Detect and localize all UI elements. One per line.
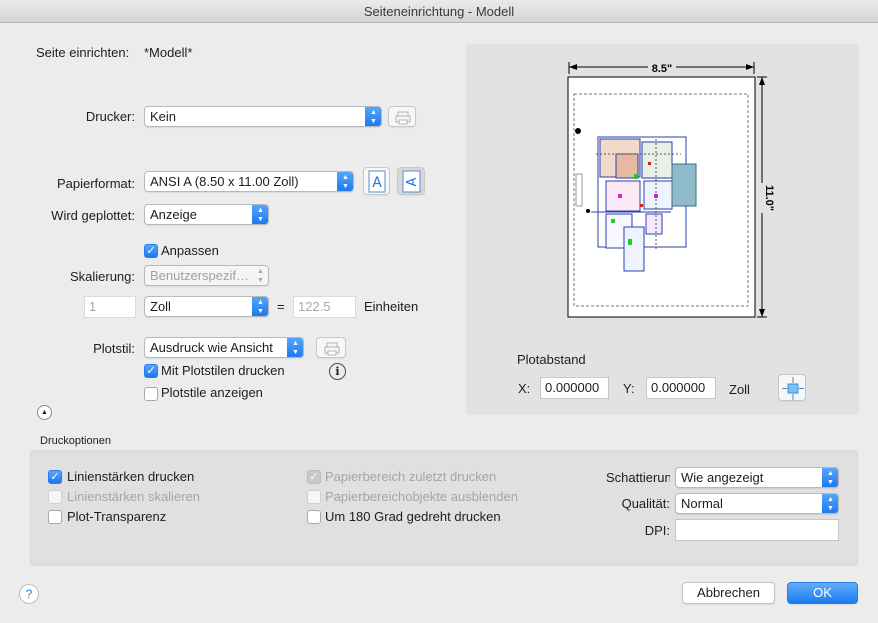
quality-select[interactable]: Normal ▲ ▼ <box>675 493 839 514</box>
info-icon[interactable]: i <box>329 363 346 380</box>
print-options-title: Druckoptionen <box>40 435 111 447</box>
portrait-button[interactable]: A <box>363 167 390 195</box>
hide-paperspace-objects-checkbox[interactable] <box>307 490 321 504</box>
chevron-updown-icon: ▲ ▼ <box>365 107 381 126</box>
cancel-button[interactable]: Abbrechen <box>682 582 775 604</box>
shading-value: Wie angezeigt <box>681 470 764 485</box>
paperspace-last-checkbox[interactable]: ✓ <box>307 470 321 484</box>
offset-unit-label: Zoll <box>729 382 750 397</box>
plot-with-styles-checkbox[interactable]: ✓ <box>144 364 158 378</box>
offset-x-field[interactable]: 0.000000 <box>540 377 609 399</box>
dpi-field[interactable] <box>675 519 839 541</box>
center-plot-icon <box>782 377 804 400</box>
portrait-orientation-icon: A <box>368 170 386 193</box>
chevron-updown-icon: ▲ ▼ <box>252 205 268 224</box>
page-setup-label: Seite einrichten: <box>36 45 130 60</box>
show-plotstyles-label: Plotstile anzeigen <box>161 385 263 400</box>
chevron-updown-icon: ▲ ▼ <box>337 172 353 191</box>
chevron-updown-icon: ▲ ▼ <box>257 268 264 284</box>
plotstyle-edit-button[interactable] <box>316 337 346 358</box>
paper-size-select[interactable]: ANSI A (8.50 x 11.00 Zoll) ▲ ▼ <box>144 171 354 192</box>
scale-preset-select[interactable]: Benutzerspezif… ▲ ▼ <box>144 265 269 286</box>
printer-select-value: Kein <box>150 109 177 124</box>
chevron-updown-icon: ▲ ▼ <box>822 494 838 513</box>
plot-preview: 8.5" 11.0" <box>567 61 775 318</box>
shading-select[interactable]: Wie angezeigt ▲ ▼ <box>675 467 839 488</box>
scale-unit-select[interactable]: Zoll ▲ ▼ <box>144 296 269 317</box>
plotstyle-label: Plotstil: <box>93 341 135 356</box>
plotstyle-edit-icon <box>324 342 340 356</box>
offset-y-label: Y: <box>623 381 635 396</box>
scale-unit-value: Zoll <box>150 299 171 314</box>
scale-label: Skalierung: <box>69 269 135 284</box>
chevron-updown-icon: ▲ ▼ <box>822 468 838 487</box>
printer-properties-button[interactable] <box>388 106 416 127</box>
ok-button[interactable]: OK <box>787 582 858 604</box>
paper-size-value: ANSI A (8.50 x 11.00 Zoll) <box>150 174 299 189</box>
preview-height-label: 11.0" <box>763 185 775 211</box>
equals-sign: = <box>277 299 285 314</box>
chevron-updown-icon: ▲ ▼ <box>252 297 268 316</box>
landscape-orientation-icon: A <box>402 170 421 193</box>
offset-y-field[interactable]: 0.000000 <box>646 377 716 399</box>
window-title: Seiteneinrichtung - Modell <box>0 0 878 23</box>
paperspace-last-label: Papierbereich zuletzt drucken <box>325 469 497 484</box>
hide-paperspace-objects-label: Papierbereichobjekte ausblenden <box>325 489 518 504</box>
printer-label: Drucker: <box>85 109 135 124</box>
plot-area-label: Wird geplottet: <box>51 208 135 223</box>
preview-width-label: 8.5" <box>652 63 673 75</box>
scale-lineweights-label: Linienstärken skalieren <box>67 489 200 504</box>
svg-text:A: A <box>372 175 382 191</box>
print-lineweights-label: Linienstärken drucken <box>67 469 195 484</box>
shading-label: Schattierung <box>606 470 670 485</box>
show-plotstyles-checkbox[interactable] <box>144 387 158 401</box>
collapse-up-icon[interactable]: ▲ <box>37 405 52 420</box>
help-button[interactable]: ? <box>19 584 39 604</box>
plot-transparency-checkbox[interactable] <box>48 510 62 524</box>
rotate-180-label: Um 180 Grad gedreht drucken <box>325 509 501 524</box>
landscape-button[interactable]: A <box>397 167 425 195</box>
quality-label: Qualität: <box>621 496 670 511</box>
units-label: Einheiten <box>364 299 419 314</box>
printer-select[interactable]: Kein ▲ ▼ <box>144 106 382 127</box>
scale-drawing-units-field[interactable]: 122.5 <box>293 296 356 318</box>
dpi-label: DPI: <box>644 523 670 538</box>
offset-x-label: X: <box>518 381 531 396</box>
plot-transparency-label: Plot-Transparenz <box>67 509 167 524</box>
scale-preset-value: Benutzerspezif… <box>150 268 249 283</box>
plot-with-styles-label: Mit Plotstilen drucken <box>161 363 285 378</box>
plot-offset-title: Plotabstand <box>517 352 586 367</box>
quality-value: Normal <box>681 496 723 511</box>
fit-checkbox[interactable]: ✓ <box>144 244 158 258</box>
paper-size-label: Papierformat: <box>56 176 135 191</box>
plotstyle-select[interactable]: Ausdruck wie Ansicht ▲ ▼ <box>144 337 304 358</box>
scale-lineweights-checkbox[interactable] <box>48 490 62 504</box>
plot-area-select[interactable]: Anzeige ▲ ▼ <box>144 204 269 225</box>
fit-label: Anpassen <box>161 243 219 258</box>
page-setup-name: *Modell* <box>144 45 193 60</box>
center-plot-button[interactable] <box>778 374 806 401</box>
chevron-updown-icon: ▲ ▼ <box>287 338 303 357</box>
print-lineweights-checkbox[interactable]: ✓ <box>48 470 62 484</box>
svg-text:A: A <box>405 177 420 186</box>
plotstyle-value: Ausdruck wie Ansicht <box>150 340 273 355</box>
scale-paper-units-field[interactable]: 1 <box>84 296 136 318</box>
plot-area-value: Anzeige <box>150 207 197 222</box>
printer-properties-icon <box>395 111 411 125</box>
rotate-180-checkbox[interactable] <box>307 510 321 524</box>
